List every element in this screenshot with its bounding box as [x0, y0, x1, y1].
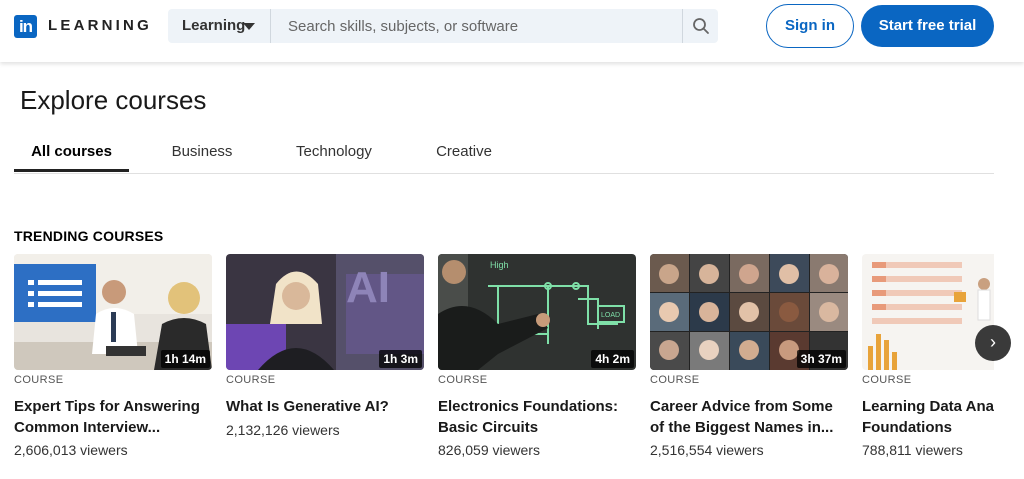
- course-title[interactable]: Career Advice from Some of the Biggest N…: [650, 396, 862, 438]
- chevron-right-icon: ›: [990, 332, 996, 352]
- search-button[interactable]: [682, 9, 718, 43]
- course-thumbnail: [862, 254, 994, 370]
- course-card[interactable]: 3h 37m COURSE Career Advice from Some of…: [650, 254, 848, 474]
- sign-in-button[interactable]: Sign in: [766, 4, 854, 48]
- page-title: Explore courses: [20, 85, 207, 115]
- duration-badge: 1h 3m: [379, 350, 422, 368]
- course-card[interactable]: 1h 14m COURSE Expert Tips for Answering …: [14, 254, 212, 474]
- duration-badge: 4h 2m: [591, 350, 634, 368]
- course-title[interactable]: Expert Tips for Answering Common Intervi…: [14, 396, 226, 438]
- course-card[interactable]: AI 1h 3m COURSE What Is Generative AI? 2…: [226, 254, 424, 474]
- trending-courses-carousel: 1h 14m COURSE Expert Tips for Answering …: [14, 254, 994, 474]
- data-analysis-thumbnail-image: [862, 254, 994, 370]
- course-thumbnail: High LOAD 4h 2m: [438, 254, 636, 370]
- course-title[interactable]: Learning Data Ana Foundations: [862, 396, 994, 438]
- course-type-label: COURSE: [226, 374, 276, 386]
- course-type-label: COURSE: [14, 374, 64, 386]
- tab-technology[interactable]: Technology: [292, 132, 376, 172]
- course-title[interactable]: What Is Generative AI?: [226, 396, 438, 417]
- search-icon: [693, 18, 709, 34]
- search-category-dropdown[interactable]: Learning: [168, 9, 271, 43]
- course-viewers: 826,059 viewers: [438, 442, 540, 458]
- linkedin-logo-icon[interactable]: in: [14, 15, 37, 38]
- ai-thumb-text: AI: [346, 263, 390, 312]
- section-title: TRENDING COURSES: [14, 228, 164, 244]
- search-category-label: Learning: [182, 17, 246, 34]
- tab-all-courses[interactable]: All courses: [14, 132, 129, 172]
- tab-business[interactable]: Business: [164, 132, 240, 172]
- course-viewers: 788,811 viewers: [862, 442, 963, 458]
- search-bar: Learning: [168, 9, 718, 43]
- course-thumbnail: 3h 37m: [650, 254, 848, 370]
- course-thumbnail: AI 1h 3m: [226, 254, 424, 370]
- course-viewers: 2,606,013 viewers: [14, 442, 128, 458]
- search-input[interactable]: [272, 9, 682, 43]
- course-type-label: COURSE: [650, 374, 700, 386]
- duration-badge: 3h 37m: [796, 350, 846, 368]
- course-card[interactable]: High LOAD 4h 2m COURSE Electronics Found…: [438, 254, 636, 474]
- duration-badge: 1h 14m: [160, 350, 210, 368]
- course-viewers: 2,132,126 viewers: [226, 422, 340, 438]
- course-title[interactable]: Electronics Foundations: Basic Circuits: [438, 396, 650, 438]
- course-type-label: COURSE: [862, 374, 912, 386]
- course-viewers: 2,516,554 viewers: [650, 442, 764, 458]
- header: in LEARNING Learning Sign in Start free …: [0, 0, 1024, 62]
- caret-down-icon: [243, 23, 255, 30]
- course-thumbnail: 1h 14m: [14, 254, 212, 370]
- carousel-next-button[interactable]: ›: [975, 325, 1011, 361]
- category-tabs: All courses Business Technology Creative: [14, 132, 994, 174]
- tab-creative[interactable]: Creative: [433, 132, 495, 172]
- start-free-trial-button[interactable]: Start free trial: [861, 5, 994, 47]
- load-thumb-text: LOAD: [601, 312, 620, 319]
- high-thumb-text: High: [490, 260, 509, 270]
- logo-text[interactable]: LEARNING: [48, 17, 152, 34]
- course-type-label: COURSE: [438, 374, 488, 386]
- course-card[interactable]: COURSE Learning Data Ana Foundations 788…: [862, 254, 994, 474]
